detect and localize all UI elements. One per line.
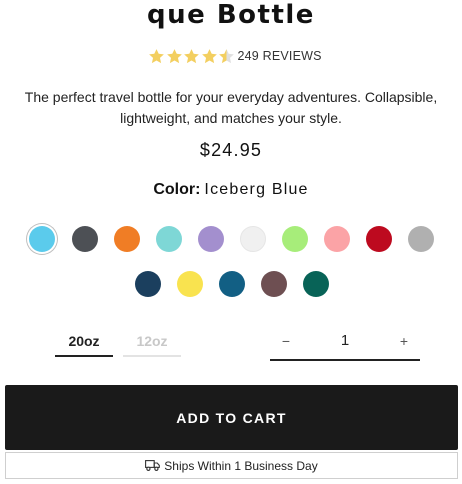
size-option-20oz[interactable]: 20oz bbox=[55, 325, 113, 357]
quantity-decrease-button[interactable]: − bbox=[270, 323, 302, 359]
color-selection-label: Color: Iceberg Blue bbox=[0, 181, 462, 199]
color-swatch[interactable] bbox=[114, 226, 140, 252]
color-swatch[interactable] bbox=[366, 226, 392, 252]
color-swatch[interactable] bbox=[198, 226, 224, 252]
color-swatch[interactable] bbox=[324, 226, 350, 252]
rating-stars bbox=[148, 48, 236, 65]
size-option-12oz[interactable]: 12oz bbox=[123, 325, 181, 357]
reviews-count[interactable]: 249 REVIEWS bbox=[238, 49, 322, 63]
color-swatch[interactable] bbox=[135, 271, 161, 297]
quantity-stepper: − 1 + bbox=[270, 323, 420, 361]
star-icon bbox=[219, 48, 234, 63]
color-swatch[interactable] bbox=[177, 271, 203, 297]
selected-color-name: Iceberg Blue bbox=[204, 181, 309, 198]
star-icon bbox=[149, 48, 164, 63]
color-swatch[interactable] bbox=[219, 271, 245, 297]
color-swatch[interactable] bbox=[72, 226, 98, 252]
color-swatch[interactable] bbox=[29, 226, 55, 252]
truck-icon bbox=[145, 460, 161, 471]
color-swatch[interactable] bbox=[303, 271, 329, 297]
color-label: Color: bbox=[153, 181, 201, 198]
color-swatch[interactable] bbox=[240, 226, 266, 252]
product-price: $24.95 bbox=[199, 140, 263, 160]
quantity-input[interactable]: 1 bbox=[302, 323, 388, 359]
shipping-text: Ships Within 1 Business Day bbox=[164, 458, 318, 473]
star-icon bbox=[166, 48, 182, 63]
shipping-notice: Ships Within 1 Business Day bbox=[5, 452, 458, 479]
quantity-increase-button[interactable]: + bbox=[388, 323, 420, 359]
color-swatch[interactable] bbox=[156, 226, 182, 252]
color-swatch[interactable] bbox=[282, 226, 308, 252]
product-description: The perfect travel bottle for your every… bbox=[24, 89, 438, 126]
product-title: que Bottle bbox=[147, 0, 315, 30]
color-swatch[interactable] bbox=[261, 271, 287, 297]
product-rating[interactable]: 249 REVIEWS bbox=[148, 45, 322, 67]
add-to-cart-button[interactable]: ADD TO CART bbox=[5, 385, 458, 450]
star-icon bbox=[184, 48, 199, 63]
star-icon bbox=[201, 48, 217, 63]
color-swatch[interactable] bbox=[408, 226, 434, 252]
